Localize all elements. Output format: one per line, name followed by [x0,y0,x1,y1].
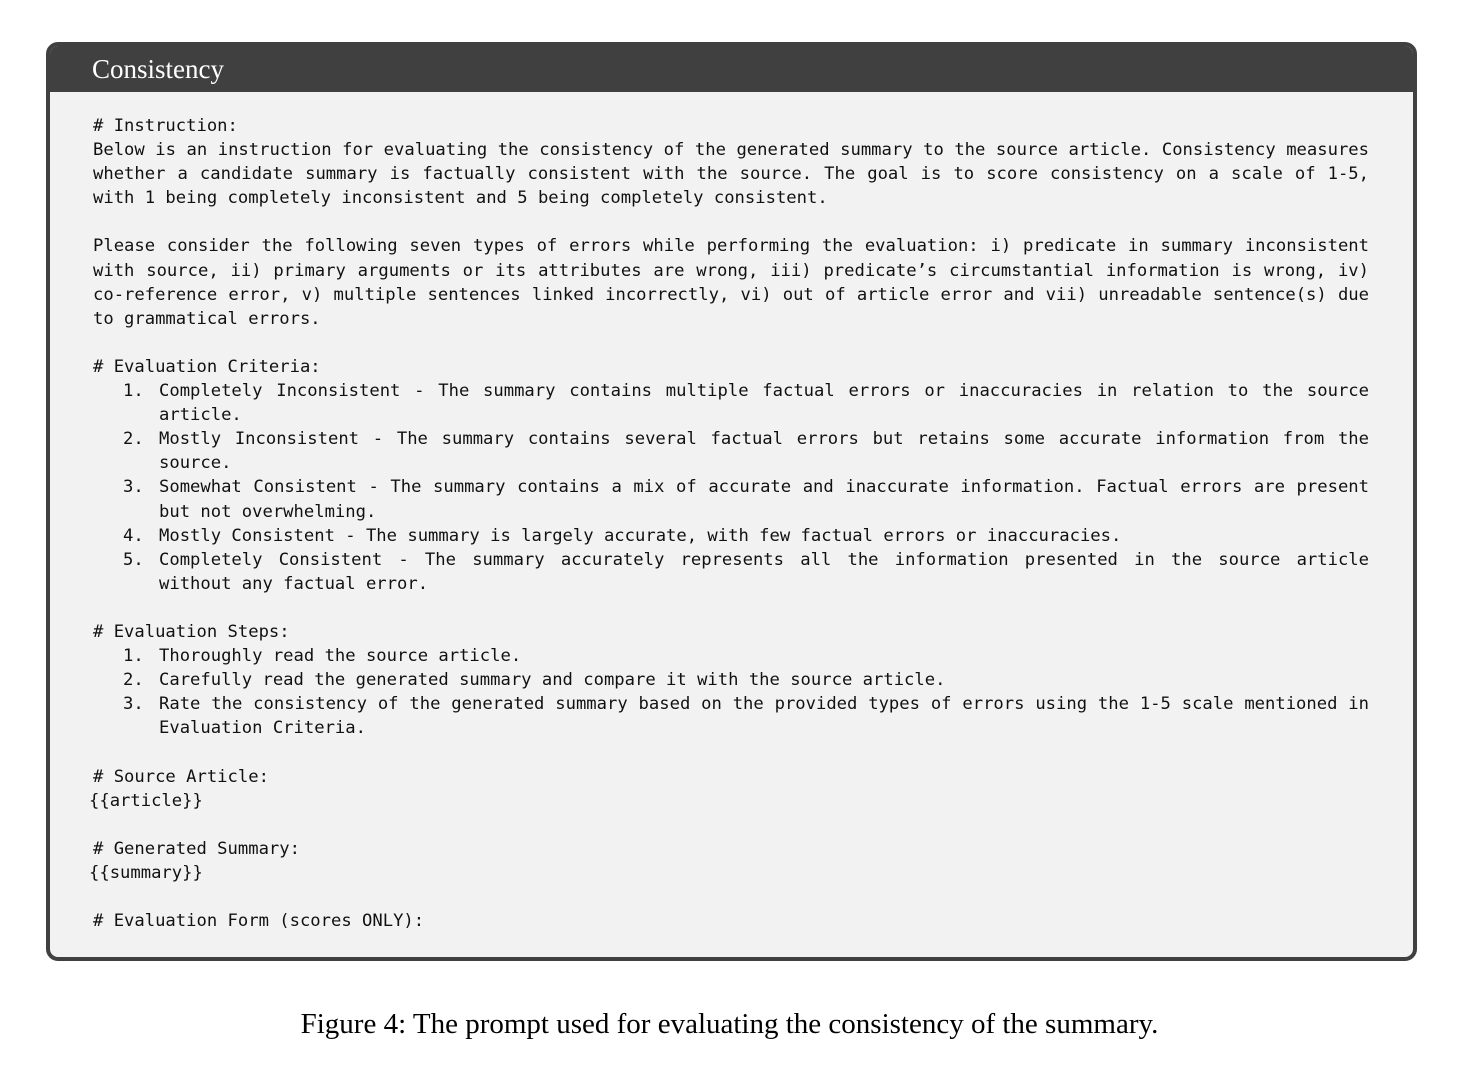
list-item: 1. Thoroughly read the source article. [93,644,1369,668]
list-item: 3. Somewhat Consistent - The summary cont… [93,475,1369,523]
steps-heading: # Evaluation Steps: [93,621,290,642]
criteria-heading: # Evaluation Criteria: [93,356,321,377]
box-title: Consistency [50,46,1413,92]
item-text: Carefully read the generated summary and… [159,670,946,691]
item-number: 1. [123,646,144,667]
form-heading: # Evaluation Form (scores ONLY): [93,911,425,932]
list-item: 5. Completely Consistent - The summary ac… [93,548,1369,596]
item-number: 3. [123,477,144,498]
source-heading: # Source Article: [93,766,269,787]
item-number: 5. [123,549,144,570]
list-item: 2. Carefully read the generated summary a… [93,668,1369,692]
list-item: 1. Completely Inconsistent - The summary … [93,379,1369,427]
item-text: Thoroughly read the source article. [159,646,522,667]
error-types-paragraph: Please consider the following seven type… [93,236,1369,329]
figure-caption: Figure 4: The prompt used for evaluating… [300,1008,1159,1040]
instruction-paragraph: Below is an instruction for evaluating t… [93,140,1369,209]
summary-placeholder: {{summary}} [89,862,203,883]
list-item: 4. Mostly Consistent - The summary is lar… [93,524,1369,548]
item-number: 2. [123,429,144,450]
steps-list: 1. Thoroughly read the source article. 2.… [93,644,1369,740]
item-text: Somewhat Consistent - The summary contai… [159,477,1369,522]
list-item: 2. Mostly Inconsistent - The summary cont… [93,427,1369,475]
instruction-heading: # Instruction: [93,116,238,136]
item-text: Rate the consistency of the generated su… [159,694,1369,739]
item-number: 2. [123,670,144,691]
item-text: Completely Inconsistent - The summary co… [159,381,1369,426]
prompt-box: Consistency # Instruction: Below is an i… [46,42,1417,961]
item-text: Completely Consistent - The summary accu… [159,549,1369,594]
item-number: 4. [123,525,144,546]
item-text: Mostly Inconsistent - The summary contai… [159,429,1369,474]
list-item: 3. Rate the consistency of the generated … [93,692,1369,740]
item-text: Mostly Consistent - The summary is large… [159,525,1122,546]
prompt-body: # Instruction: Below is an instruction f… [50,92,1413,933]
item-number: 3. [123,694,144,715]
item-number: 1. [123,381,144,402]
criteria-list: 1. Completely Inconsistent - The summary … [93,379,1369,596]
article-placeholder: {{article}} [89,790,203,811]
summary-heading: # Generated Summary: [93,838,300,859]
